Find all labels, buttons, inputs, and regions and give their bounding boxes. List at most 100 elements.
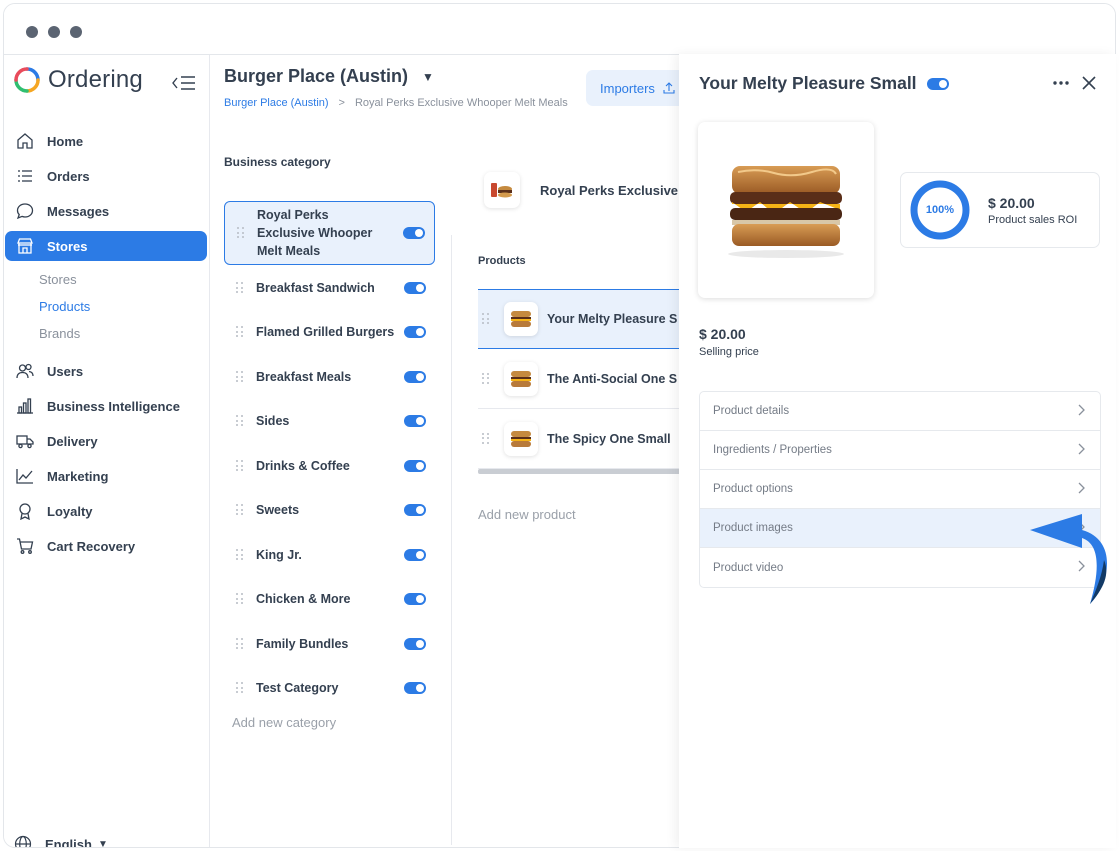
product-image-card[interactable] xyxy=(698,122,874,298)
language-selector[interactable]: English ▼ xyxy=(14,835,108,848)
drag-handle-icon[interactable] xyxy=(236,504,244,516)
category-enabled-toggle[interactable] xyxy=(404,504,426,516)
nav-item-delivery[interactable]: Delivery xyxy=(5,426,207,456)
window-titlebar xyxy=(4,4,1115,55)
drag-handle-icon[interactable] xyxy=(236,593,244,605)
category-enabled-toggle[interactable] xyxy=(404,638,426,650)
nav-label: Users xyxy=(47,363,84,379)
nav-label: Home xyxy=(47,133,84,149)
users-icon xyxy=(15,361,35,381)
drag-handle-icon[interactable] xyxy=(236,326,244,338)
product-thumbnail xyxy=(504,361,538,396)
category-item[interactable]: Chicken & More xyxy=(224,577,435,621)
nav-item-cart-recovery[interactable]: Cart Recovery xyxy=(5,531,207,561)
nav-item-loyalty[interactable]: Loyalty xyxy=(5,496,207,526)
breadcrumb-store-link[interactable]: Burger Place (Austin) xyxy=(224,97,329,109)
category-item[interactable]: Sides xyxy=(224,399,435,443)
category-enabled-toggle[interactable] xyxy=(404,682,426,694)
nav-item-business-intelligence[interactable]: Business Intelligence xyxy=(5,391,207,421)
caret-down-icon: ▼ xyxy=(97,838,108,848)
list-icon xyxy=(15,166,35,186)
product-title: Your Melty Pleasure Small xyxy=(699,73,917,93)
nav-item-users[interactable]: Users xyxy=(5,356,207,386)
category-item[interactable]: Test Category xyxy=(224,666,435,710)
drag-handle-icon[interactable] xyxy=(236,460,244,472)
category-item[interactable]: Drinks & Coffee xyxy=(224,444,435,488)
burger-image xyxy=(728,166,844,258)
add-product-link[interactable]: Add new product xyxy=(478,507,576,522)
product-name: The Spicy One Small xyxy=(547,431,671,446)
category-item[interactable]: Sweets xyxy=(224,488,435,532)
more-options-button[interactable] xyxy=(1052,76,1070,90)
category-name: Test Category xyxy=(256,681,339,695)
product-row[interactable]: The Anti-Social One S xyxy=(478,349,688,409)
drag-handle-icon[interactable] xyxy=(236,371,244,383)
horizontal-scrollbar[interactable] xyxy=(478,469,688,474)
award-icon xyxy=(15,501,35,521)
roi-price: $ 20.00 xyxy=(988,194,1035,211)
nav-label: Cart Recovery xyxy=(47,538,136,554)
product-option-label: Product video xyxy=(713,561,784,574)
product-enabled-toggle[interactable] xyxy=(926,77,949,90)
product-detail-panel: Your Melty Pleasure Small 100% $ 20.00 P… xyxy=(679,54,1116,848)
nav-item-home[interactable]: Home xyxy=(5,126,207,156)
drag-handle-icon[interactable] xyxy=(237,227,245,239)
product-option-row[interactable]: Product details xyxy=(700,392,1100,431)
product-option-label: Ingredients / Properties xyxy=(713,444,832,456)
subnav-item-products[interactable]: Products xyxy=(39,299,90,314)
subnav-item-brands[interactable]: Brands xyxy=(39,326,80,341)
roi-progress-ring: 100% xyxy=(909,179,971,241)
product-option-row[interactable]: Ingredients / Properties xyxy=(700,431,1100,470)
drag-handle-icon[interactable] xyxy=(482,313,490,325)
category-name: Chicken & More xyxy=(256,592,351,606)
product-row[interactable]: Your Melty Pleasure S xyxy=(478,289,688,349)
close-panel-button[interactable] xyxy=(1080,74,1098,92)
nav-item-stores[interactable]: Stores xyxy=(5,231,207,261)
category-name: Family Bundles xyxy=(256,637,349,651)
selling-price: $ 20.00 xyxy=(699,326,746,342)
window-dot-icon xyxy=(48,26,60,38)
category-enabled-toggle[interactable] xyxy=(404,415,426,427)
category-item[interactable]: Family Bundles xyxy=(224,622,435,666)
nav-item-orders[interactable]: Orders xyxy=(5,161,207,191)
nav-item-messages[interactable]: Messages xyxy=(5,196,207,226)
collapse-sidebar-button[interactable] xyxy=(172,75,196,91)
category-item[interactable]: Flamed Grilled Burgers xyxy=(224,310,435,354)
language-label: English xyxy=(45,836,92,848)
category-enabled-toggle[interactable] xyxy=(404,549,426,561)
drag-handle-icon[interactable] xyxy=(482,432,490,445)
category-name: Breakfast Meals xyxy=(256,370,352,384)
selling-price-label: Selling price xyxy=(699,346,759,358)
category-item[interactable]: Royal Perks Exclusive Whooper Melt Meals xyxy=(224,201,435,265)
category-item[interactable]: Breakfast Sandwich xyxy=(224,266,435,310)
nav-label: Business Intelligence xyxy=(47,398,180,414)
drag-handle-icon[interactable] xyxy=(236,549,244,561)
product-row[interactable]: The Spicy One Small xyxy=(478,409,688,469)
category-thumbnail xyxy=(484,172,520,208)
category-item[interactable]: Breakfast Meals xyxy=(224,355,435,399)
importers-label: Importers xyxy=(600,80,655,96)
subnav-item-stores[interactable]: Stores xyxy=(39,272,77,287)
category-enabled-toggle[interactable] xyxy=(404,460,426,472)
category-item[interactable]: King Jr. xyxy=(224,533,435,577)
drag-handle-icon[interactable] xyxy=(236,682,244,694)
panel-header: Your Melty Pleasure Small xyxy=(699,73,949,94)
product-name: Your Melty Pleasure S xyxy=(547,312,678,326)
nav-label: Messages xyxy=(47,203,110,219)
nav-item-marketing[interactable]: Marketing xyxy=(5,461,207,491)
add-category-link[interactable]: Add new category xyxy=(232,715,336,730)
window-dot-icon xyxy=(26,26,38,38)
drag-handle-icon[interactable] xyxy=(236,415,244,427)
product-category-header: Royal Perks Exclusive W xyxy=(484,172,694,208)
drag-handle-icon[interactable] xyxy=(482,372,490,385)
ellipsis-icon xyxy=(1053,81,1069,85)
category-enabled-toggle[interactable] xyxy=(404,593,426,605)
store-selector[interactable]: Burger Place (Austin) ▼ xyxy=(224,66,434,87)
product-thumbnail xyxy=(504,421,538,456)
drag-handle-icon[interactable] xyxy=(236,282,244,294)
category-enabled-toggle[interactable] xyxy=(404,326,426,338)
drag-handle-icon[interactable] xyxy=(236,638,244,650)
category-enabled-toggle[interactable] xyxy=(404,371,426,383)
category-enabled-toggle[interactable] xyxy=(403,227,425,239)
category-enabled-toggle[interactable] xyxy=(404,282,426,294)
